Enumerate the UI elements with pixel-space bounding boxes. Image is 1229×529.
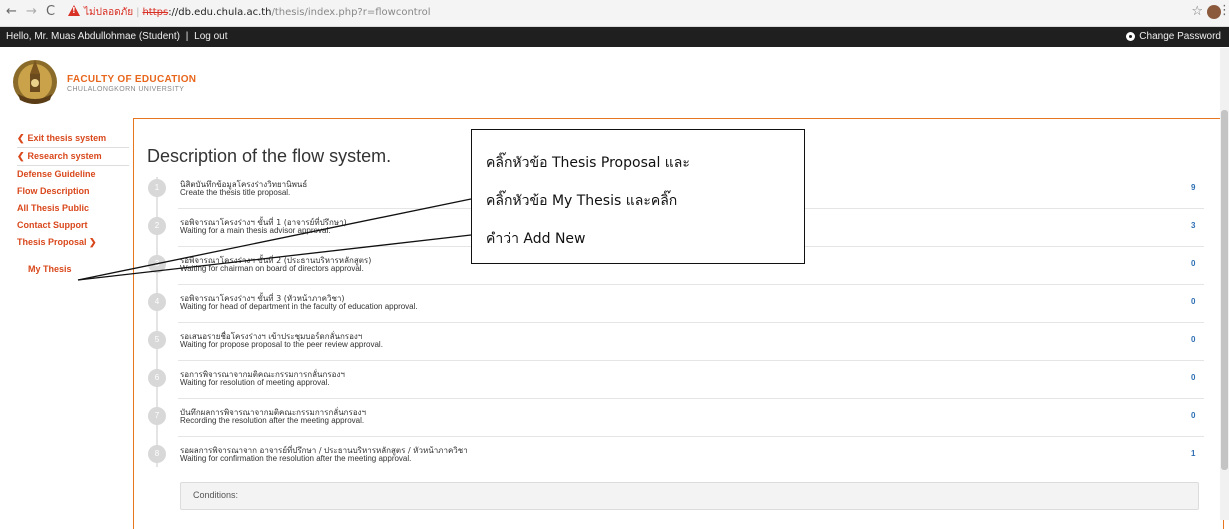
step-english-label: Waiting for propose proposal to the peer… bbox=[180, 340, 383, 349]
page-title: Description of the flow system. bbox=[147, 146, 392, 166]
user-bar: Hello, Mr. Muas Abdullohmae (Student) | … bbox=[0, 27, 1229, 47]
chula-emblem-logo bbox=[13, 60, 57, 104]
callout-line-1: คลิ๊กหัวข้อ Thesis Proposal และ bbox=[486, 155, 690, 171]
sidebar-nav: ❮ Exit thesis system ❮ Research system Def… bbox=[17, 130, 129, 278]
step-count-link[interactable]: 0 bbox=[1191, 335, 1195, 344]
flow-step[interactable]: 4 รอพิจารณาโครงร่างฯ ขั้นที่ 3 (หัวหน้าภ… bbox=[134, 285, 1209, 323]
sidebar-item-label: All Thesis Public bbox=[17, 203, 90, 213]
sidebar-item-thesis-proposal[interactable]: Thesis Proposal ❯ bbox=[17, 234, 129, 251]
step-number: 5 bbox=[148, 331, 166, 349]
url-host: db.edu.chula.ac.th bbox=[178, 7, 272, 18]
step-english-label: Create the thesis title proposal. bbox=[180, 188, 291, 197]
browser-menu-icon[interactable]: ⋮ bbox=[1218, 3, 1229, 18]
step-count-link[interactable]: 1 bbox=[1191, 449, 1195, 458]
sidebar-item-label: Research system bbox=[27, 151, 102, 161]
sidebar-item-all-thesis-public[interactable]: All Thesis Public bbox=[17, 200, 129, 217]
warning-icon: ! bbox=[68, 5, 80, 16]
logout-link[interactable]: Log out bbox=[194, 31, 227, 42]
address-bar[interactable]: ไม่ปลอดภัย | https://db.edu.chula.ac.th/th… bbox=[84, 5, 431, 20]
sidebar-item-research-system[interactable]: ❮ Research system bbox=[17, 148, 129, 166]
step-number: 3 bbox=[148, 255, 166, 273]
conditions-box[interactable]: Conditions: bbox=[180, 482, 1199, 510]
step-number: 4 bbox=[148, 293, 166, 311]
step-count-link[interactable]: 0 bbox=[1191, 297, 1195, 306]
chevron-down-icon: ❯ bbox=[86, 237, 97, 247]
sidebar-item-label: Flow Description bbox=[17, 186, 90, 196]
flow-step[interactable]: 8 รอผลการพิจารณาจาก อาจารย์ที่ปรึกษา / ป… bbox=[134, 437, 1209, 475]
page-scrollbar[interactable] bbox=[1220, 48, 1229, 520]
insecure-label: ไม่ปลอดภัย bbox=[84, 7, 134, 18]
sidebar-item-defense-guideline[interactable]: Defense Guideline bbox=[17, 166, 129, 183]
step-english-label: Waiting for resolution of meeting approv… bbox=[180, 378, 330, 387]
gear-icon bbox=[1126, 32, 1136, 41]
change-password-link[interactable]: Change Password bbox=[1126, 31, 1221, 42]
sidebar-item-contact-support[interactable]: Contact Support bbox=[17, 217, 129, 234]
university-subtitle: CHULALONGKORN UNIVERSITY bbox=[67, 86, 185, 93]
faculty-title: FACULTY OF EDUCATION bbox=[67, 74, 197, 85]
step-count-link[interactable]: 9 bbox=[1191, 183, 1195, 192]
callout-line-3: คำว่า Add New bbox=[486, 231, 586, 247]
instruction-callout: คลิ๊กหัวข้อ Thesis Proposal และ คลิ๊กหัว… bbox=[471, 129, 805, 264]
step-number: 2 bbox=[148, 217, 166, 235]
back-arrow-icon[interactable]: ← bbox=[6, 4, 17, 19]
url-path: /thesis/index.php?r=flowcontrol bbox=[271, 7, 431, 18]
sidebar-item-label: Contact Support bbox=[17, 220, 88, 230]
step-count-link[interactable]: 3 bbox=[1191, 221, 1195, 230]
sidebar-item-my-thesis[interactable]: My Thesis bbox=[28, 261, 129, 278]
conditions-label: Conditions: bbox=[193, 490, 239, 500]
greeting-text: Hello, Mr. Muas Abdullohmae (Student) bbox=[6, 31, 180, 42]
step-number: 8 bbox=[148, 445, 166, 463]
step-english-label: Recording the resolution after the meeti… bbox=[180, 416, 365, 425]
chevron-left-icon: ❮ bbox=[17, 151, 25, 161]
forward-arrow-icon[interactable]: → bbox=[26, 4, 37, 19]
step-count-link[interactable]: 0 bbox=[1191, 411, 1195, 420]
step-number: 1 bbox=[148, 179, 166, 197]
step-english-label: Waiting for a main thesis advisor approv… bbox=[180, 226, 331, 235]
flow-step[interactable]: 5 รอเสนอรายชื่อโครงร่างฯ เข้าประชุมบอร์ด… bbox=[134, 323, 1209, 361]
sidebar-item-label: Exit thesis system bbox=[27, 133, 107, 143]
browser-toolbar: ← → C ! ไม่ปลอดภัย | https://db.edu.chula.… bbox=[0, 0, 1229, 27]
chevron-left-icon: ❮ bbox=[17, 133, 25, 143]
greeting-separator: | bbox=[185, 31, 189, 42]
sidebar-item-exit-thesis[interactable]: ❮ Exit thesis system bbox=[17, 130, 129, 148]
step-english-label: Waiting for head of department in the fa… bbox=[180, 302, 418, 311]
callout-line-2: คลิ๊กหัวข้อ My Thesis และคลิ๊ก bbox=[486, 193, 678, 209]
sidebar-item-label: Thesis Proposal bbox=[17, 237, 87, 247]
step-english-label: Waiting for confirmation the resolution … bbox=[180, 454, 412, 463]
sidebar-item-flow-description[interactable]: Flow Description bbox=[17, 183, 129, 200]
flow-step[interactable]: 7 บันทึกผลการพิจารณาจากมติคณะกรรมการกลั่… bbox=[134, 399, 1209, 437]
step-english-label: Waiting for chairman on board of directo… bbox=[180, 264, 364, 273]
step-count-link[interactable]: 0 bbox=[1191, 259, 1195, 268]
scrollbar-thumb[interactable] bbox=[1221, 110, 1228, 470]
step-count-link[interactable]: 0 bbox=[1191, 373, 1195, 382]
flow-step[interactable]: 6 รอการพิจารณาจากมติคณะกรรมการกลั่นกรองฯ… bbox=[134, 361, 1209, 399]
change-password-label: Change Password bbox=[1139, 31, 1221, 42]
sidebar-item-label: Defense Guideline bbox=[17, 169, 96, 179]
step-number: 7 bbox=[148, 407, 166, 425]
reload-icon[interactable]: C bbox=[46, 4, 55, 19]
step-number: 6 bbox=[148, 369, 166, 387]
bookmark-star-icon[interactable]: ☆ bbox=[1191, 4, 1203, 19]
url-scheme: https bbox=[142, 7, 169, 18]
